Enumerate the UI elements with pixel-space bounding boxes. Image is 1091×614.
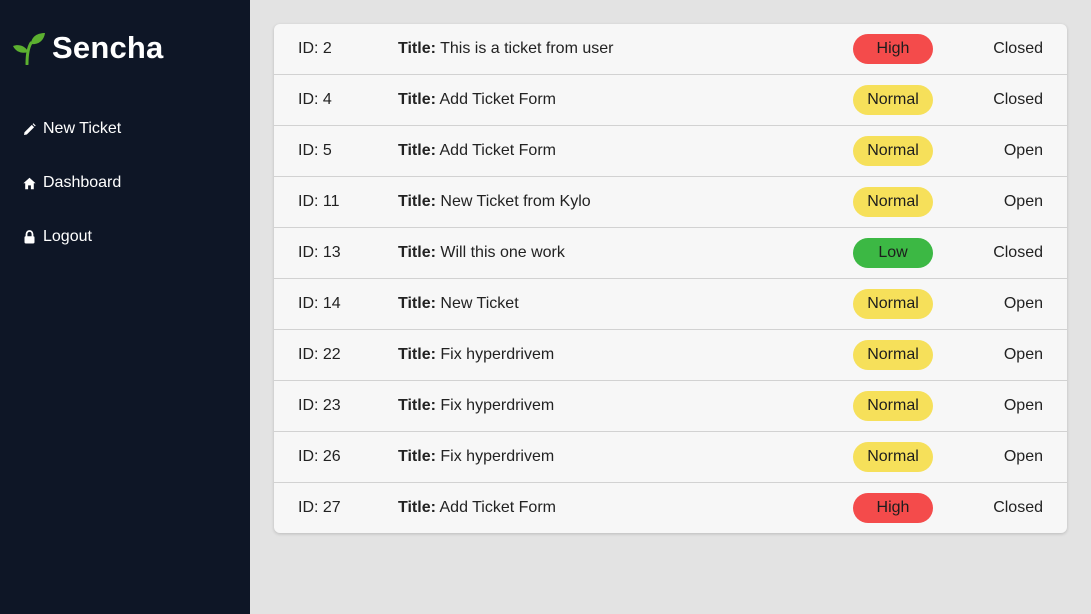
sprout-icon bbox=[12, 31, 46, 65]
ticket-row[interactable]: ID: 4 Title: Add Ticket Form Normal Clos… bbox=[274, 75, 1067, 126]
brand-logo[interactable]: Sencha bbox=[12, 28, 163, 68]
ticket-row[interactable]: ID: 27 Title: Add Ticket Form High Close… bbox=[274, 483, 1067, 533]
priority-badge: Normal bbox=[853, 340, 933, 370]
home-icon bbox=[22, 176, 36, 190]
priority-badge: Normal bbox=[853, 85, 933, 115]
ticket-id: ID: 23 bbox=[298, 397, 341, 414]
ticket-title-text: Fix hyperdrivem bbox=[440, 346, 555, 363]
ticket-id: ID: 2 bbox=[298, 40, 332, 57]
ticket-id: ID: 26 bbox=[298, 448, 341, 465]
ticket-title-text: Fix hyperdrivem bbox=[440, 397, 555, 414]
ticket-title: Title: Fix hyperdrivem bbox=[398, 330, 554, 380]
sidebar: Sencha New Ticket Dashboard Logout bbox=[0, 0, 250, 614]
priority-badge: High bbox=[853, 34, 933, 64]
ticket-list: ID: 2 Title: This is a ticket from user … bbox=[274, 24, 1067, 533]
ticket-row[interactable]: ID: 23 Title: Fix hyperdrivem Normal Ope… bbox=[274, 381, 1067, 432]
priority-badge: Low bbox=[853, 238, 933, 268]
title-label: Title: bbox=[398, 346, 436, 363]
ticket-status: Open bbox=[1003, 295, 1043, 312]
ticket-row[interactable]: ID: 26 Title: Fix hyperdrivem Normal Ope… bbox=[274, 432, 1067, 483]
title-label: Title: bbox=[398, 193, 436, 210]
title-label: Title: bbox=[398, 142, 436, 159]
sidebar-item-label: Logout bbox=[43, 228, 92, 245]
ticket-title: Title: Will this one work bbox=[398, 228, 565, 278]
ticket-id: ID: 11 bbox=[298, 193, 340, 210]
ticket-title-text: New Ticket bbox=[440, 295, 519, 312]
ticket-title-text: New Ticket from Kylo bbox=[440, 193, 591, 210]
title-label: Title: bbox=[398, 295, 436, 312]
title-label: Title: bbox=[398, 91, 436, 108]
ticket-title-text: Will this one work bbox=[440, 244, 565, 261]
ticket-status: Closed bbox=[993, 499, 1043, 516]
brand-name: Sencha bbox=[52, 30, 164, 65]
ticket-title: Title: Add Ticket Form bbox=[398, 483, 556, 533]
ticket-title-text: This is a ticket from user bbox=[440, 40, 614, 57]
ticket-status: Open bbox=[1003, 193, 1043, 210]
sidebar-item-new-ticket[interactable]: New Ticket bbox=[22, 116, 121, 142]
ticket-status: Open bbox=[1003, 142, 1043, 159]
ticket-status: Open bbox=[1003, 397, 1043, 414]
ticket-title: Title: Add Ticket Form bbox=[398, 126, 556, 176]
priority-badge: Normal bbox=[853, 289, 933, 319]
priority-badge: Normal bbox=[853, 187, 933, 217]
pencil-icon bbox=[22, 122, 36, 136]
ticket-status: Closed bbox=[993, 40, 1043, 57]
ticket-id: ID: 5 bbox=[298, 142, 332, 159]
ticket-row[interactable]: ID: 22 Title: Fix hyperdrivem Normal Ope… bbox=[274, 330, 1067, 381]
ticket-title-text: Fix hyperdrivem bbox=[440, 448, 555, 465]
ticket-title: Title: This is a ticket from user bbox=[398, 24, 613, 74]
title-label: Title: bbox=[398, 499, 436, 516]
ticket-title: Title: New Ticket from Kylo bbox=[398, 177, 591, 227]
priority-badge: Normal bbox=[853, 391, 933, 421]
ticket-row[interactable]: ID: 5 Title: Add Ticket Form Normal Open bbox=[274, 126, 1067, 177]
ticket-title-text: Add Ticket Form bbox=[439, 142, 556, 159]
lock-icon bbox=[22, 230, 36, 244]
ticket-title: Title: Fix hyperdrivem bbox=[398, 432, 554, 482]
ticket-title: Title: New Ticket bbox=[398, 279, 519, 329]
title-label: Title: bbox=[398, 448, 436, 465]
title-label: Title: bbox=[398, 397, 436, 414]
ticket-id: ID: 14 bbox=[298, 295, 341, 312]
priority-badge: Normal bbox=[853, 136, 933, 166]
sidebar-item-logout[interactable]: Logout bbox=[22, 224, 121, 250]
ticket-status: Open bbox=[1003, 346, 1043, 363]
ticket-row[interactable]: ID: 11 Title: New Ticket from Kylo Norma… bbox=[274, 177, 1067, 228]
ticket-id: ID: 22 bbox=[298, 346, 341, 363]
ticket-status: Closed bbox=[993, 91, 1043, 108]
sidebar-item-label: Dashboard bbox=[43, 174, 122, 191]
sidebar-nav: New Ticket Dashboard Logout bbox=[22, 116, 121, 278]
priority-badge: High bbox=[853, 493, 933, 523]
sidebar-item-label: New Ticket bbox=[43, 120, 122, 137]
ticket-row[interactable]: ID: 14 Title: New Ticket Normal Open bbox=[274, 279, 1067, 330]
title-label: Title: bbox=[398, 40, 436, 57]
sidebar-item-dashboard[interactable]: Dashboard bbox=[22, 170, 121, 196]
ticket-title-text: Add Ticket Form bbox=[439, 91, 556, 108]
app: Sencha New Ticket Dashboard Logout ID: 2… bbox=[0, 0, 1091, 614]
ticket-row[interactable]: ID: 13 Title: Will this one work Low Clo… bbox=[274, 228, 1067, 279]
priority-badge: Normal bbox=[853, 442, 933, 472]
ticket-id: ID: 4 bbox=[298, 91, 332, 108]
ticket-id: ID: 13 bbox=[298, 244, 341, 261]
title-label: Title: bbox=[398, 244, 436, 261]
ticket-title: Title: Fix hyperdrivem bbox=[398, 381, 554, 431]
ticket-id: ID: 27 bbox=[298, 499, 341, 516]
ticket-row[interactable]: ID: 2 Title: This is a ticket from user … bbox=[274, 24, 1067, 75]
ticket-title: Title: Add Ticket Form bbox=[398, 75, 556, 125]
ticket-title-text: Add Ticket Form bbox=[439, 499, 556, 516]
main-content: ID: 2 Title: This is a ticket from user … bbox=[250, 0, 1091, 614]
ticket-status: Closed bbox=[993, 244, 1043, 261]
ticket-status: Open bbox=[1003, 448, 1043, 465]
